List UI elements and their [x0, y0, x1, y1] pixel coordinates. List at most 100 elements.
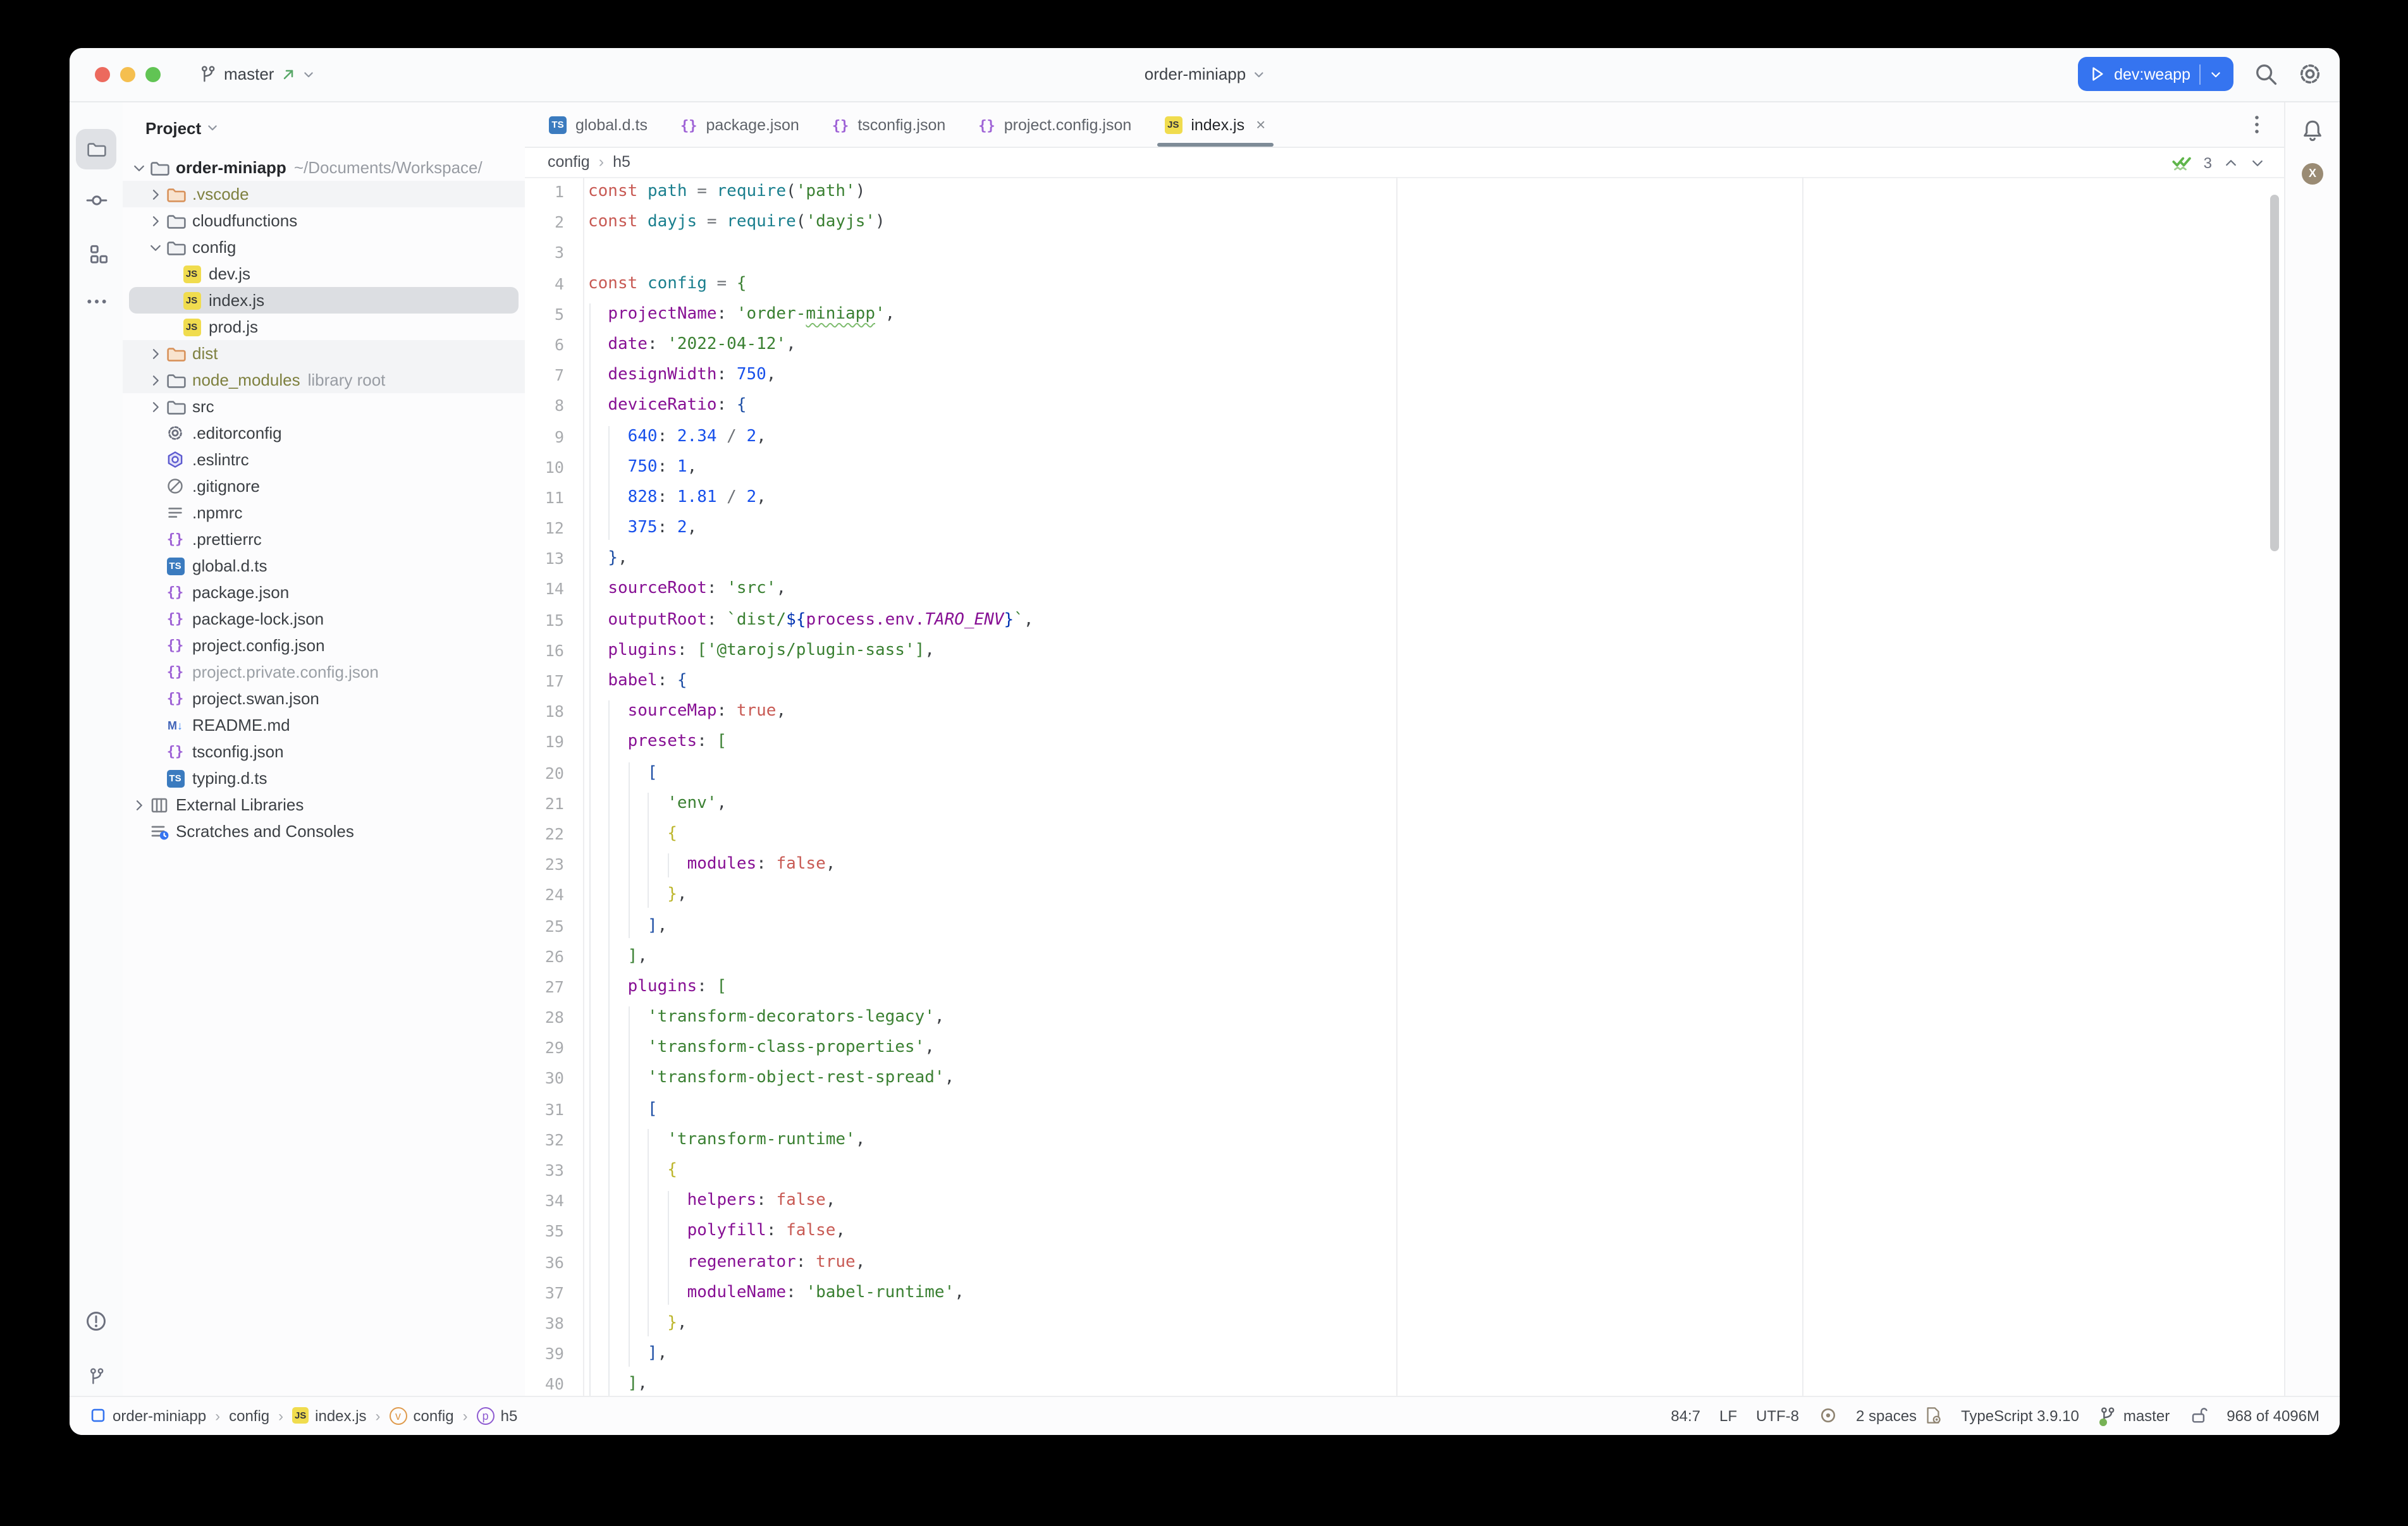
close-window-button[interactable] [95, 67, 110, 82]
tree-item-cloudfunctions[interactable]: cloudfunctions [123, 207, 525, 234]
tree-item-project.config.json[interactable]: {}project.config.json [123, 632, 525, 659]
editor-tab-package.json[interactable]: {}package.json [664, 102, 816, 147]
tab-label: project.config.json [1004, 116, 1132, 133]
status-item-master[interactable]: master [2098, 1407, 2170, 1425]
tool-button-notifications[interactable] [2292, 110, 2333, 150]
tree-item-.npmrc[interactable]: .npmrc [123, 499, 525, 526]
chevron-down-icon[interactable] [147, 240, 164, 255]
chevron-right-icon[interactable] [147, 346, 164, 361]
tree-item-label: package-lock.json [192, 609, 324, 628]
line-number: 8 [525, 391, 583, 422]
chevron-up-icon[interactable] [2223, 155, 2239, 170]
right-tool-strip: X [2284, 102, 2340, 1397]
run-configuration-button[interactable]: dev:weapp [2077, 58, 2233, 92]
breadcrumb-item-config[interactable]: config [548, 154, 590, 171]
status-item-label: UTF-8 [1756, 1407, 1799, 1425]
minimize-window-button[interactable] [120, 67, 135, 82]
tree-item-package-lock.json[interactable]: {}package-lock.json [123, 606, 525, 632]
editor-scrollbar[interactable] [2270, 195, 2279, 551]
v-symbol-icon: v [390, 1407, 407, 1425]
tree-item-config[interactable]: config [123, 234, 525, 260]
status-item-typescript-3.9.10[interactable]: TypeScript 3.9.10 [1961, 1407, 2079, 1425]
tree-item-annotation: library root [308, 370, 386, 389]
branch-widget[interactable]: master [199, 65, 314, 84]
tree-item-scratches-and-consoles[interactable]: Scratches and Consoles [123, 818, 525, 845]
status-breadcrumb-config[interactable]: vconfig [390, 1407, 454, 1425]
tree-item-prod.js[interactable]: JSprod.js [123, 314, 525, 340]
tree-item-tsconfig.json[interactable]: {}tsconfig.json [123, 738, 525, 765]
chevron-down-icon[interactable] [130, 160, 148, 175]
js-file-icon: JS [292, 1408, 309, 1424]
code-line-33: 33 { [525, 1156, 2285, 1186]
window-title[interactable]: order-miniapp [1145, 65, 1265, 84]
code-editor[interactable]: 1const path = require('path')2const dayj… [525, 177, 2285, 1397]
inspection-widget[interactable]: 3 [2171, 150, 2265, 174]
tree-item-order-miniapp[interactable]: order-miniapp~/Documents/Workspace/ [123, 154, 525, 181]
tool-button-version-control[interactable] [76, 1355, 116, 1396]
code-line-35: 35 polyfill: false, [525, 1217, 2285, 1247]
gear-icon[interactable] [2298, 63, 2322, 87]
tool-button-commit[interactable] [76, 180, 116, 220]
status-item-84:7[interactable]: 84:7 [1671, 1407, 1700, 1425]
tree-item-.eslintrc[interactable]: .eslintrc [123, 446, 525, 473]
code-line-8: 8 deviceRatio: { [525, 391, 2285, 422]
chevron-right-icon[interactable] [147, 372, 164, 388]
code-text: const dayjs = require('dayjs') [583, 207, 885, 238]
tool-button-avatar[interactable]: X [2292, 153, 2333, 193]
line-number: 27 [525, 972, 583, 1003]
tool-button-more-tools[interactable] [76, 281, 116, 321]
ts-icon: TS [164, 557, 186, 575]
status-item-968-of-4096m[interactable]: 968 of 4096M [2227, 1407, 2319, 1425]
editor-tab-project.config.json[interactable]: {}project.config.json [962, 102, 1148, 147]
status-breadcrumb-index.js[interactable]: JSindex.js [292, 1407, 366, 1425]
tree-item-readme.md[interactable]: M↓README.md [123, 712, 525, 738]
project-panel-title[interactable]: Project [145, 118, 201, 137]
tree-item-global.d.ts[interactable]: TSglobal.d.ts [123, 552, 525, 579]
chevron-right-icon[interactable] [147, 399, 164, 414]
code-line-25: 25 ], [525, 911, 2285, 941]
tool-button-structure[interactable] [76, 233, 116, 273]
breadcrumb-item-h5[interactable]: h5 [613, 154, 630, 171]
tree-item-dev.js[interactable]: JSdev.js [123, 260, 525, 287]
status-item-lock-open[interactable] [2189, 1407, 2208, 1425]
tree-item-project.private.config.json[interactable]: {}project.private.config.json [123, 659, 525, 685]
tree-item-external-libraries[interactable]: External Libraries [123, 791, 525, 818]
status-breadcrumb-config[interactable]: config [229, 1407, 269, 1425]
status-item-lf[interactable]: LF [1719, 1407, 1737, 1425]
code-line-12: 12 375: 2, [525, 513, 2285, 544]
tree-item-src[interactable]: src [123, 393, 525, 420]
tree-item-.prettierrc[interactable]: {}.prettierrc [123, 526, 525, 552]
tree-item-typing.d.ts[interactable]: TStyping.d.ts [123, 765, 525, 791]
chevron-down-icon[interactable] [2250, 155, 2265, 170]
status-item-utf-8[interactable]: UTF-8 [1756, 1407, 1799, 1425]
close-tab-icon[interactable]: × [1256, 115, 1265, 134]
tree-item-package.json[interactable]: {}package.json [123, 579, 525, 606]
more-options-icon[interactable] [2246, 102, 2268, 147]
tree-item-.gitignore[interactable]: .gitignore [123, 473, 525, 499]
chevron-right-icon[interactable] [130, 797, 148, 812]
tree-item-.editorconfig[interactable]: .editorconfig [123, 420, 525, 446]
status-item-2-spaces[interactable]: 2 spaces [1856, 1407, 1942, 1425]
tool-button-project[interactable] [76, 129, 116, 169]
chevron-right-icon[interactable] [147, 186, 164, 202]
status-bar: order-miniapp›config›JSindex.js›vconfig›… [70, 1396, 2340, 1434]
status-breadcrumb-h5[interactable]: ph5 [477, 1407, 518, 1425]
chevron-right-icon[interactable] [147, 213, 164, 228]
tree-item-.vscode[interactable]: .vscode [123, 181, 525, 207]
tree-item-dist[interactable]: dist [123, 340, 525, 367]
tree-item-node-modules[interactable]: node_moduleslibrary root [123, 367, 525, 393]
tool-button-problems[interactable] [76, 1301, 116, 1341]
tree-item-index.js[interactable]: JSindex.js [123, 287, 525, 314]
search-icon[interactable] [2254, 63, 2278, 87]
editor-tab-index.js[interactable]: JSindex.js× [1148, 102, 1282, 147]
indent-guide [608, 701, 610, 1397]
status-breadcrumb-order-miniapp[interactable]: order-miniapp [90, 1407, 206, 1425]
code-line-3: 3 [525, 238, 2285, 269]
editor-tab-tsconfig.json[interactable]: {}tsconfig.json [816, 102, 962, 147]
editor-tab-global.d.ts[interactable]: TSglobal.d.ts [532, 102, 664, 147]
braces-file-icon: {} [680, 116, 697, 133]
tree-item-project.swan.json[interactable]: {}project.swan.json [123, 685, 525, 712]
tree-item-path: ~/Documents/Workspace/ [294, 158, 482, 177]
status-item-highlight-level[interactable] [1818, 1407, 1837, 1425]
zoom-window-button[interactable] [145, 67, 161, 82]
